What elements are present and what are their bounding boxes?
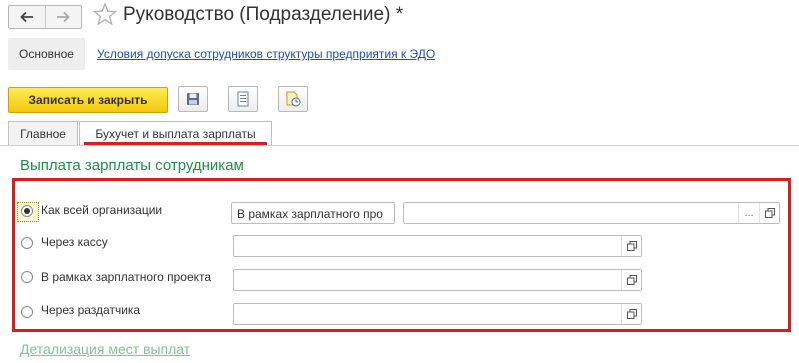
report-document-icon — [286, 91, 301, 107]
open-window-icon — [627, 241, 637, 251]
option-label-salary-project: В рамках зарплатного проекта — [41, 270, 212, 284]
radio-distributor[interactable] — [21, 306, 33, 318]
section-title: Выплата зарплаты сотрудникам — [20, 157, 244, 174]
window-title: Руководство (Подразделение) * — [123, 4, 404, 25]
navigation-buttons — [8, 5, 82, 29]
distributor-field[interactable] — [233, 303, 642, 325]
open-window-icon — [765, 208, 775, 218]
open-button[interactable] — [621, 304, 641, 324]
arrow-left-icon — [19, 11, 33, 23]
cash-field[interactable] — [233, 235, 642, 257]
tab-main[interactable]: Основное — [8, 38, 85, 70]
select-button[interactable]: ... — [738, 203, 759, 223]
radio-as-organization[interactable] — [21, 205, 33, 217]
option-label-as-organization: Как всей организации — [41, 203, 163, 217]
list-document-icon — [237, 91, 249, 107]
tab-general[interactable]: Главное — [8, 121, 78, 145]
option-label-cash: Через кассу — [41, 235, 108, 249]
inherited-method-value: В рамках зарплатного про — [237, 207, 383, 221]
open-button[interactable] — [621, 270, 641, 290]
tabs-divider — [0, 145, 799, 146]
open-window-icon — [627, 275, 637, 285]
select-dots: ... — [744, 207, 754, 219]
inherited-method-field[interactable]: В рамках зарплатного про — [231, 202, 395, 224]
open-window-icon — [627, 309, 637, 319]
save-disk-icon — [187, 93, 199, 105]
arrow-right-icon — [57, 11, 71, 23]
forward-button[interactable] — [44, 6, 82, 28]
payment-places-details-link[interactable]: Детализация мест выплат — [20, 341, 190, 357]
report-button[interactable] — [278, 86, 308, 112]
star-icon — [92, 2, 118, 26]
radio-salary-project[interactable] — [21, 271, 33, 283]
salary-project-field[interactable] — [233, 269, 642, 291]
open-button[interactable] — [621, 236, 641, 256]
back-button[interactable] — [9, 6, 45, 28]
option-label-distributor: Через раздатчика — [41, 303, 141, 317]
save-button[interactable] — [178, 86, 208, 112]
radio-cash[interactable] — [21, 237, 33, 249]
edo-conditions-link[interactable]: Условия допуска сотрудников структуры пр… — [97, 47, 435, 61]
save-and-close-button[interactable]: Записать и закрыть — [8, 87, 168, 113]
org-payment-place-field[interactable]: ... — [403, 202, 780, 224]
open-button[interactable] — [759, 203, 779, 223]
favorite-button[interactable] — [92, 2, 118, 28]
list-button[interactable] — [228, 86, 258, 112]
